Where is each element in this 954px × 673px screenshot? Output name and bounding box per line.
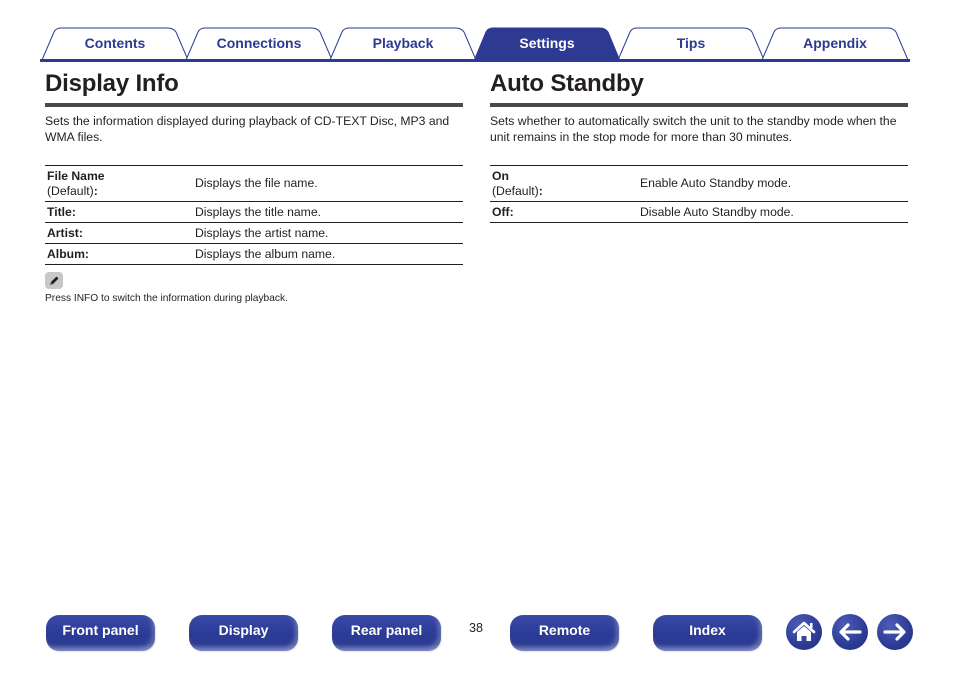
tab-playback[interactable]: Playback (342, 33, 464, 53)
remote-button[interactable]: Remote (510, 615, 619, 651)
option-value: Displays the title name. (193, 201, 463, 223)
back-button[interactable] (832, 614, 868, 650)
index-button[interactable]: Index (653, 615, 762, 651)
note-text: Press INFO to switch the information dur… (45, 293, 288, 304)
table-row: Title: Displays the title name. (45, 201, 463, 223)
option-key: Off: (490, 201, 638, 223)
rear-panel-button[interactable]: Rear panel (332, 615, 441, 651)
tab-contents[interactable]: Contents (54, 33, 176, 53)
option-value: Displays the album name. (193, 243, 463, 265)
options-table: On (Default): Enable Auto Standby mode. … (490, 165, 908, 223)
auto-standby-section: Auto Standby Sets whether to automatical… (490, 68, 908, 223)
tab-tips[interactable]: Tips (630, 33, 752, 53)
display-info-section: Display Info Sets the information displa… (45, 68, 463, 265)
option-key: Album: (45, 243, 193, 265)
title-rule (45, 103, 463, 107)
table-row: Album: Displays the album name. (45, 243, 463, 265)
tab-appendix[interactable]: Appendix (774, 33, 896, 53)
home-icon (792, 621, 816, 641)
option-value: Disable Auto Standby mode. (638, 201, 908, 223)
option-value: Displays the artist name. (193, 222, 463, 244)
title-rule (490, 103, 908, 107)
tab-settings[interactable]: Settings (486, 33, 608, 53)
table-row: On (Default): Enable Auto Standby mode. (490, 165, 908, 202)
arrow-left-icon (839, 623, 862, 641)
table-row: File Name (Default): Displays the file n… (45, 165, 463, 202)
option-value: Displays the file name. (193, 165, 463, 202)
option-key: File Name (47, 168, 105, 183)
front-panel-button[interactable]: Front panel (46, 615, 155, 651)
option-key: On (492, 168, 509, 183)
option-key: Title: (45, 201, 193, 223)
table-row: Off: Disable Auto Standby mode. (490, 201, 908, 223)
tab-connections[interactable]: Connections (198, 33, 320, 53)
table-row: Artist: Displays the artist name. (45, 222, 463, 244)
home-button[interactable] (786, 614, 822, 650)
section-title: Auto Standby (490, 70, 644, 97)
section-description: Sets the information displayed during pl… (45, 114, 450, 144)
pencil-icon (45, 272, 63, 289)
note: Press INFO to switch the information dur… (45, 272, 288, 304)
default-label: (Default) (47, 183, 94, 198)
section-title: Display Info (45, 70, 179, 97)
tab-bar: Contents Connections Playback Settings T… (40, 26, 910, 62)
option-key: Artist: (45, 222, 193, 244)
forward-button[interactable] (877, 614, 913, 650)
default-label: (Default) (492, 183, 539, 198)
option-value: Enable Auto Standby mode. (638, 165, 908, 202)
arrow-right-icon (883, 623, 906, 641)
display-button[interactable]: Display (189, 615, 298, 651)
page-number: 38 (469, 621, 483, 635)
section-description: Sets whether to automatically switch the… (490, 114, 897, 144)
options-table: File Name (Default): Displays the file n… (45, 165, 463, 265)
